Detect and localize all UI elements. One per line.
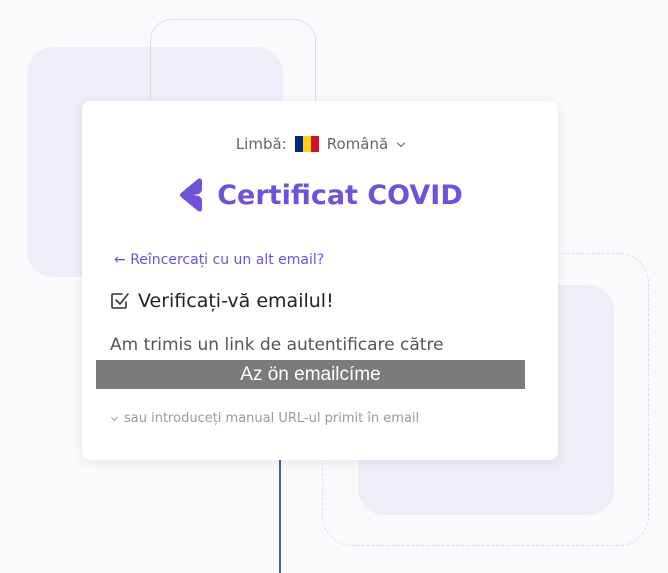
- logo-icon: [180, 178, 203, 212]
- brand-header: Certificat COVID: [82, 177, 558, 213]
- checkbox-check-icon: [111, 293, 129, 309]
- retry-email-text: Reîncercați cu un alt email?: [130, 252, 325, 268]
- login-card: Limbă: Română Certificat COVID ← Reîncer…: [82, 101, 558, 460]
- sent-message: Am trimis un link de autentificare către: [110, 335, 444, 355]
- language-label: Limbă:: [235, 135, 287, 153]
- manual-url-text: sau introduceți manual URL-ul primit în …: [124, 411, 420, 426]
- app-title: Certificat COVID: [217, 179, 463, 211]
- retry-email-link[interactable]: ← Reîncercați cu un alt email?: [114, 252, 324, 268]
- manual-url-toggle[interactable]: sau introduceți manual URL-ul primit în …: [110, 411, 420, 426]
- chevron-down-icon: [396, 138, 406, 147]
- email-redaction-bar: Az ön emailcíme: [96, 360, 525, 389]
- arrow-left-icon: ←: [114, 252, 126, 268]
- language-selector[interactable]: Limbă: Română: [82, 135, 558, 153]
- chevron-down-icon: [110, 413, 119, 421]
- romania-flag-icon: [294, 136, 319, 152]
- language-value: Română: [326, 135, 389, 153]
- heading-text: Verificați-vă emailul!: [138, 290, 334, 312]
- check-email-heading: Verificați-vă emailul!: [110, 290, 334, 312]
